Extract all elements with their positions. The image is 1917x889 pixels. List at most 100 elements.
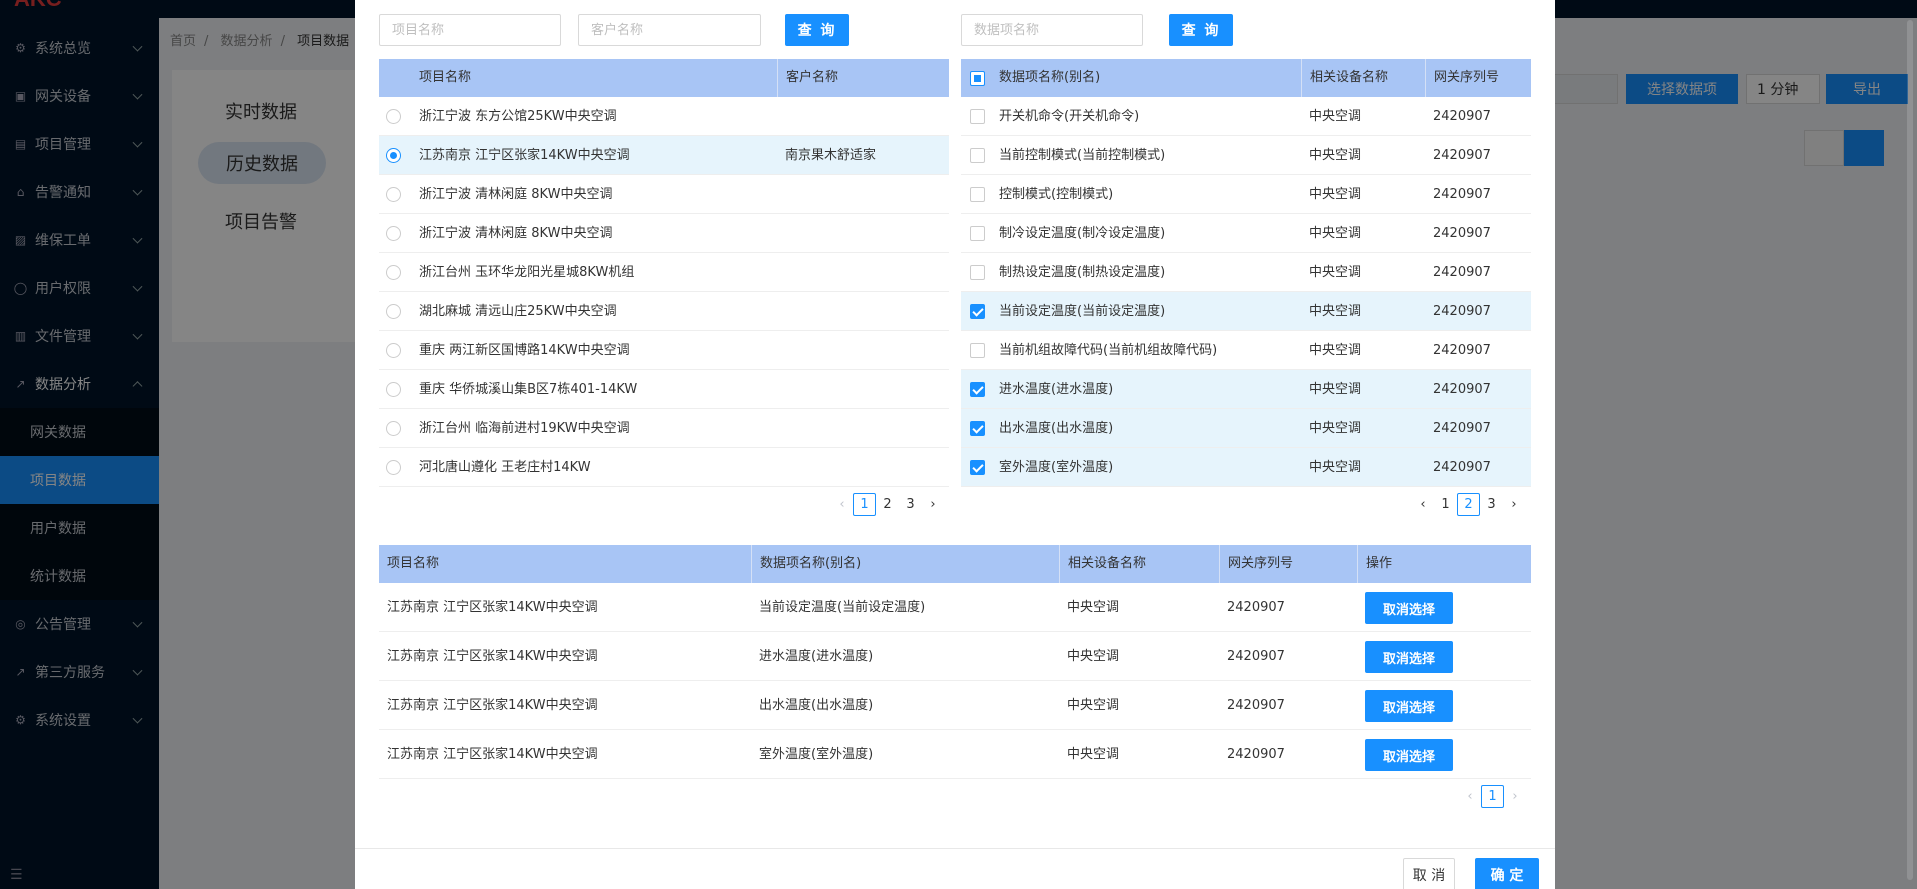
device-name-cell: 中央空调 (1067, 698, 1120, 713)
project-radio[interactable] (386, 265, 401, 280)
table-row[interactable]: 重庆 两江新区国博路14KW中央空调 (379, 331, 949, 370)
dialog-confirm-button[interactable]: 确 定 (1475, 858, 1539, 889)
column-header: 项目名称 (419, 70, 472, 85)
table-row[interactable]: 出水温度(出水温度) 中央空调 2420907 (961, 409, 1531, 448)
column-header: 网关序列号 (1219, 545, 1293, 583)
page-scrollbar[interactable] (1907, 20, 1913, 880)
project-radio[interactable] (386, 187, 401, 202)
project-name-cell: 浙江宁波 东方公馆25KW中央空调 (419, 109, 617, 124)
page-number[interactable]: 2 (876, 493, 899, 516)
project-name-search-input[interactable] (379, 14, 561, 46)
page-number[interactable]: 3 (899, 493, 922, 516)
dialog-cancel-button[interactable]: 取 消 (1403, 858, 1455, 889)
page-number[interactable]: 1 (1481, 785, 1504, 808)
selected-pagination: ‹ 1 › (1459, 785, 1526, 808)
next-page-icon[interactable]: › (922, 497, 944, 512)
data-item-name-cell: 出水温度(出水温度) (999, 421, 1114, 436)
device-name-cell: 中央空调 (1309, 382, 1362, 397)
data-item-table: 数据项名称(别名) 相关设备名称 网关序列号 开关机命令(开关机命令) 中央空调 2… (961, 59, 1531, 489)
data-item-name-cell: 当前设定温度(当前设定温度) (999, 304, 1166, 319)
table-row[interactable]: 河北唐山遵化 王老庄村14KW (379, 448, 949, 487)
table-row[interactable]: 控制模式(控制模式) 中央空调 2420907 (961, 175, 1531, 214)
page-number[interactable]: 2 (1457, 493, 1480, 516)
project-radio[interactable] (386, 304, 401, 319)
prev-page-icon[interactable]: ‹ (831, 497, 853, 512)
data-item-checkbox[interactable] (970, 109, 985, 124)
cancel-selection-button[interactable]: 取消选择 (1365, 690, 1453, 722)
project-radio[interactable] (386, 148, 401, 163)
device-name-cell: 中央空调 (1309, 460, 1362, 475)
data-item-name-cell: 当前控制模式(当前控制模式) (999, 148, 1166, 163)
data-item-checkbox[interactable] (970, 343, 985, 358)
data-item-checkbox[interactable] (970, 148, 985, 163)
project-radio[interactable] (386, 382, 401, 397)
page-number[interactable]: 3 (1480, 493, 1503, 516)
gateway-serial-cell: 2420907 (1433, 148, 1491, 163)
customer-name-search-input[interactable] (578, 14, 761, 46)
device-name-cell: 中央空调 (1067, 649, 1120, 664)
table-row[interactable]: 湖北麻城 清远山庄25KW中央空调 (379, 292, 949, 331)
select-all-checkbox[interactable] (970, 71, 985, 86)
next-page-icon[interactable]: › (1503, 497, 1525, 512)
data-item-query-button[interactable]: 查 询 (1169, 14, 1233, 46)
cancel-selection-button[interactable]: 取消选择 (1365, 592, 1453, 624)
project-radio[interactable] (386, 343, 401, 358)
prev-page-icon[interactable]: ‹ (1412, 497, 1434, 512)
project-query-button[interactable]: 查 询 (785, 14, 849, 46)
table-row[interactable]: 当前设定温度(当前设定温度) 中央空调 2420907 (961, 292, 1531, 331)
table-row[interactable]: 室外温度(室外温度) 中央空调 2420907 (961, 448, 1531, 487)
data-item-name-cell: 出水温度(出水温度) (759, 698, 874, 713)
table-row[interactable]: 制冷设定温度(制冷设定温度) 中央空调 2420907 (961, 214, 1531, 253)
data-item-checkbox[interactable] (970, 421, 985, 436)
device-name-cell: 中央空调 (1067, 600, 1120, 615)
project-radio[interactable] (386, 226, 401, 241)
table-row[interactable]: 浙江宁波 清林闲庭 8KW中央空调 (379, 214, 949, 253)
table-row: 江苏南京 江宁区张家14KW中央空调 室外温度(室外温度) 中央空调 2420907 取… (379, 730, 1531, 779)
cancel-selection-button[interactable]: 取消选择 (1365, 641, 1453, 673)
table-row[interactable]: 江苏南京 江宁区张家14KW中央空调 南京果木舒适家 (379, 136, 949, 175)
table-row[interactable]: 开关机命令(开关机命令) 中央空调 2420907 (961, 97, 1531, 136)
gateway-serial-cell: 2420907 (1227, 649, 1285, 664)
page-number[interactable]: 1 (853, 493, 876, 516)
page-number[interactable]: 1 (1434, 493, 1457, 516)
data-item-checkbox[interactable] (970, 187, 985, 202)
table-row[interactable]: 制热设定温度(制热设定温度) 中央空调 2420907 (961, 253, 1531, 292)
data-item-checkbox[interactable] (970, 382, 985, 397)
device-name-cell: 中央空调 (1309, 304, 1362, 319)
table-row[interactable]: 当前控制模式(当前控制模式) 中央空调 2420907 (961, 136, 1531, 175)
gateway-serial-cell: 2420907 (1433, 109, 1491, 124)
device-name-cell: 中央空调 (1309, 343, 1362, 358)
data-item-name-cell: 开关机命令(开关机命令) (999, 109, 1140, 124)
next-page-icon[interactable]: › (1504, 789, 1526, 804)
project-name-cell: 江苏南京 江宁区张家14KW中央空调 (387, 698, 598, 713)
project-radio[interactable] (386, 460, 401, 475)
table-row[interactable]: 重庆 华侨城溪山集B区7栋401-14KW (379, 370, 949, 409)
table-row[interactable]: 浙江台州 临海前进村19KW中央空调 (379, 409, 949, 448)
data-item-search-input[interactable] (961, 14, 1143, 46)
device-name-cell: 中央空调 (1067, 747, 1120, 762)
data-item-checkbox[interactable] (970, 265, 985, 280)
table-row[interactable]: 浙江宁波 东方公馆25KW中央空调 (379, 97, 949, 136)
selected-table-header: 项目名称 数据项名称(别名) 相关设备名称 网关序列号 操作 (379, 545, 1531, 583)
data-item-checkbox[interactable] (970, 304, 985, 319)
column-header: 数据项名称(别名) (999, 70, 1101, 85)
project-name-cell: 浙江宁波 清林闲庭 8KW中央空调 (419, 187, 613, 202)
project-radio[interactable] (386, 109, 401, 124)
data-item-checkbox[interactable] (970, 226, 985, 241)
data-item-name-cell: 室外温度(室外温度) (759, 747, 874, 762)
gateway-serial-cell: 2420907 (1227, 600, 1285, 615)
prev-page-icon[interactable]: ‹ (1459, 789, 1481, 804)
table-row[interactable]: 进水温度(进水温度) 中央空调 2420907 (961, 370, 1531, 409)
data-item-name-cell: 制热设定温度(制热设定温度) (999, 265, 1166, 280)
customer-name-cell: 南京果木舒适家 (785, 148, 877, 163)
device-name-cell: 中央空调 (1309, 148, 1362, 163)
table-row[interactable]: 浙江台州 玉环华龙阳光星城8KW机组 (379, 253, 949, 292)
column-header: 数据项名称(别名) (751, 545, 861, 583)
data-item-checkbox[interactable] (970, 460, 985, 475)
gateway-serial-cell: 2420907 (1433, 304, 1491, 319)
device-name-cell: 中央空调 (1309, 187, 1362, 202)
table-row[interactable]: 当前机组故障代码(当前机组故障代码) 中央空调 2420907 (961, 331, 1531, 370)
cancel-selection-button[interactable]: 取消选择 (1365, 739, 1453, 771)
table-row[interactable]: 浙江宁波 清林闲庭 8KW中央空调 (379, 175, 949, 214)
project-radio[interactable] (386, 421, 401, 436)
